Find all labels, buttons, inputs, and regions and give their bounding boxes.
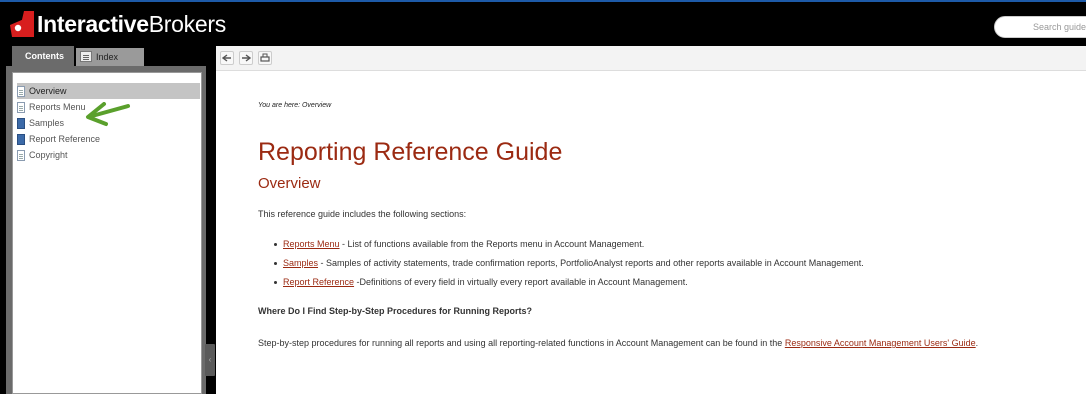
toc-label: Samples [29, 118, 65, 128]
toolbar [216, 46, 1086, 71]
toc-label: Copyright [29, 150, 68, 160]
search-input[interactable]: Search guide [994, 16, 1086, 38]
forward-arrow-icon [242, 54, 251, 62]
toc-label: Overview [29, 86, 67, 96]
page-icon [17, 149, 25, 161]
print-button[interactable] [258, 51, 272, 65]
print-icon [260, 53, 270, 62]
report-reference-link[interactable]: Report Reference [283, 277, 354, 287]
panel-splitter[interactable] [206, 46, 216, 394]
back-arrow-icon [222, 54, 231, 62]
reports-menu-link[interactable]: Reports Menu [283, 239, 340, 249]
forward-button[interactable] [239, 51, 253, 65]
faq-heading: Where Do I Find Step-by-Step Procedures … [258, 306, 533, 316]
tab-index-label: Index [96, 52, 119, 62]
list-item: Samples - Samples of activity statements… [274, 258, 864, 277]
main-content: You are here: Overview Reporting Referen… [216, 46, 1086, 394]
section-title: Overview [258, 175, 321, 192]
toc-item-report-reference[interactable]: Report Reference [17, 131, 200, 147]
logo[interactable]: InteractiveBrokers [10, 11, 226, 37]
top-bar: InteractiveBrokers Search guide [0, 0, 1086, 44]
toc-label: Reports Menu [29, 102, 86, 112]
splitter-handle[interactable]: ‹ [205, 344, 215, 376]
tab-index[interactable]: Index [76, 48, 144, 66]
users-guide-link[interactable]: Responsive Account Management Users' Gui… [785, 338, 976, 348]
list-item: Reports Menu - List of functions availab… [274, 239, 864, 258]
samples-link[interactable]: Samples [283, 258, 318, 268]
back-button[interactable] [220, 51, 234, 65]
logo-text: InteractiveBrokers [37, 10, 226, 37]
page-icon [17, 101, 25, 113]
list-item-text: - Samples of activity statements, trade … [318, 258, 864, 268]
breadcrumb: You are here: Overview [258, 102, 332, 109]
page-icon [17, 85, 25, 97]
intro-text: This reference guide includes the follow… [258, 209, 467, 219]
sections-list: Reports Menu - List of functions availab… [274, 239, 864, 296]
toc-label: Report Reference [29, 134, 101, 144]
ib-logo-icon [10, 11, 34, 37]
list-item-text: - List of functions available from the R… [339, 239, 645, 249]
page-title: Reporting Reference Guide [258, 138, 563, 166]
toc-item-copyright[interactable]: Copyright [17, 147, 200, 163]
book-icon [17, 133, 25, 145]
toc-item-overview[interactable]: Overview [17, 83, 200, 99]
list-item: Report Reference -Definitions of every f… [274, 277, 864, 296]
index-icon [80, 51, 92, 62]
book-icon [17, 117, 25, 129]
green-arrow-icon [86, 102, 130, 126]
tab-contents[interactable]: Contents [12, 46, 74, 66]
list-item-text: -Definitions of every field in virtually… [354, 277, 688, 287]
procedures-paragraph: Step-by-step procedures for running all … [258, 338, 979, 348]
